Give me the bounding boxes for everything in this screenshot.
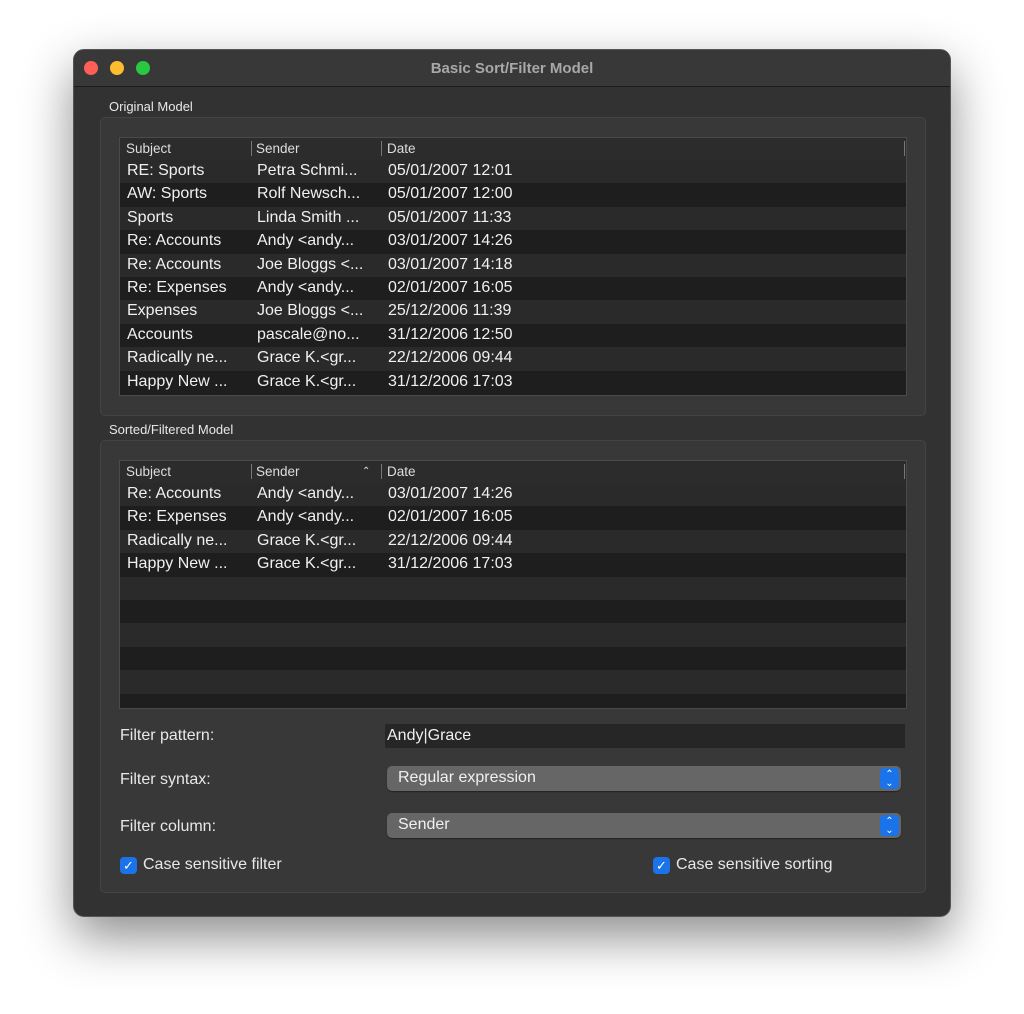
window: Basic Sort/Filter Model Original Model S… bbox=[73, 49, 951, 917]
table-header: Subject Sender Date bbox=[120, 138, 906, 160]
header-date[interactable]: Date bbox=[387, 464, 416, 479]
sorted-table[interactable]: Subject Sender ⌃ Date Re: Accounts Andy <… bbox=[119, 460, 907, 709]
title-bar: Basic Sort/Filter Model bbox=[74, 50, 950, 87]
table-row[interactable]: Happy New ... Grace K.<gr... 31/12/2006 17… bbox=[120, 370, 906, 394]
original-model-group: Subject Sender Date RE: Sports Petra Schm… bbox=[100, 117, 926, 416]
date-cell: 25/12/2006 11:39 bbox=[388, 302, 512, 320]
chevron-up-down-icon: ⌃ ⌄ bbox=[880, 768, 899, 789]
sender-cell: Grace K.<gr... bbox=[257, 555, 357, 573]
sorted-model-label: Sorted/Filtered Model bbox=[109, 422, 234, 437]
sender-cell: Andy <andy... bbox=[257, 278, 355, 296]
subject-cell: AW: Sports bbox=[127, 185, 208, 203]
subject-cell: Happy New ... bbox=[127, 372, 228, 390]
table-row[interactable]: Expenses Joe Bloggs <... 25/12/2006 11:39 bbox=[120, 300, 906, 324]
case-sensitive-sorting-label: Case sensitive sorting bbox=[676, 856, 833, 873]
date-cell: 31/12/2006 17:03 bbox=[388, 372, 513, 390]
date-cell: 31/12/2006 17:03 bbox=[388, 555, 513, 573]
sender-cell: Grace K.<gr... bbox=[257, 531, 357, 549]
sender-cell: Andy <andy... bbox=[257, 508, 355, 526]
subject-cell: Expenses bbox=[127, 302, 198, 320]
empty-row bbox=[120, 646, 906, 671]
subject-cell: Re: Expenses bbox=[127, 508, 227, 526]
filter-pattern-label: Filter pattern: bbox=[120, 727, 215, 744]
table-row[interactable]: Re: Accounts Andy <andy... 03/01/2007 14:2… bbox=[120, 230, 906, 254]
table-header: Subject Sender ⌃ Date bbox=[120, 461, 906, 483]
table-row[interactable]: Accounts pascale@no... 31/12/2006 12:50 bbox=[120, 323, 906, 348]
date-cell: 03/01/2007 14:26 bbox=[388, 232, 513, 250]
subject-cell: RE: Sports bbox=[127, 162, 205, 179]
date-cell: 05/01/2007 12:01 bbox=[388, 162, 513, 179]
empty-row bbox=[120, 623, 906, 647]
filter-syntax-label: Filter syntax: bbox=[120, 771, 211, 788]
header-sender[interactable]: Sender bbox=[256, 464, 300, 479]
filter-syntax-value: Regular expression bbox=[398, 769, 536, 786]
sender-cell: Rolf Newsch... bbox=[257, 185, 361, 203]
subject-cell: Radically ne... bbox=[127, 349, 228, 367]
table-row[interactable]: AW: Sports Rolf Newsch... 05/01/2007 12:00 bbox=[120, 183, 906, 207]
date-cell: 02/01/2007 16:05 bbox=[388, 508, 513, 526]
subject-cell: Radically ne... bbox=[127, 531, 228, 549]
sender-cell: Andy <andy... bbox=[257, 485, 355, 502]
sender-cell: Grace K.<gr... bbox=[257, 349, 357, 367]
checkmark-icon: ✓ bbox=[120, 856, 137, 874]
chevron-up-down-icon: ⌃ ⌄ bbox=[880, 815, 899, 836]
case-sensitive-filter-checkbox[interactable]: ✓ Case sensitive filter bbox=[120, 856, 282, 874]
sorted-model-group: Subject Sender ⌃ Date Re: Accounts Andy <… bbox=[100, 440, 926, 893]
checkmark-icon: ✓ bbox=[653, 856, 670, 874]
subject-cell: Happy New ... bbox=[127, 555, 228, 573]
filter-column-select[interactable]: Sender ⌃ ⌄ bbox=[387, 813, 901, 838]
window-title: Basic Sort/Filter Model bbox=[430, 60, 594, 77]
table-row[interactable]: RE: Sports Petra Schmi... 05/01/2007 12:01 bbox=[120, 160, 906, 184]
sender-cell: Andy <andy... bbox=[257, 232, 355, 250]
case-sensitive-filter-label: Case sensitive filter bbox=[143, 856, 282, 873]
table-row[interactable]: Re: Accounts Joe Bloggs <... 03/01/2007 14… bbox=[120, 253, 906, 277]
date-cell: 03/01/2007 14:18 bbox=[388, 255, 513, 273]
empty-row bbox=[120, 599, 906, 624]
subject-cell: Re: Accounts bbox=[127, 485, 222, 502]
subject-cell: Re: Expenses bbox=[127, 278, 227, 296]
sender-cell: Joe Bloggs <... bbox=[257, 255, 364, 273]
empty-row bbox=[120, 670, 906, 694]
table-row[interactable]: Re: Accounts Andy <andy... 03/01/2007 14:2… bbox=[120, 483, 906, 507]
filter-syntax-select[interactable]: Regular expression ⌃ ⌄ bbox=[387, 766, 901, 791]
header-date[interactable]: Date bbox=[387, 141, 416, 156]
sender-cell: Grace K.<gr... bbox=[257, 372, 357, 390]
date-cell: 02/01/2007 16:05 bbox=[388, 278, 513, 296]
header-sender[interactable]: Sender bbox=[256, 141, 300, 156]
subject-cell: Re: Accounts bbox=[127, 232, 222, 250]
date-cell: 22/12/2006 09:44 bbox=[388, 349, 513, 367]
filter-column-value: Sender bbox=[398, 816, 450, 833]
table-row[interactable]: Radically ne... Grace K.<gr... 22/12/2006 … bbox=[120, 347, 906, 371]
table-row[interactable]: Sports Linda Smith ... 05/01/2007 11:33 bbox=[120, 206, 906, 231]
empty-row bbox=[120, 693, 906, 708]
original-model-label: Original Model bbox=[109, 99, 193, 114]
table-row[interactable]: Re: Expenses Andy <andy... 02/01/2007 16:0… bbox=[120, 506, 906, 530]
sort-ascending-icon: ⌃ bbox=[362, 466, 371, 477]
sender-cell: Linda Smith ... bbox=[257, 208, 360, 226]
date-cell: 05/01/2007 11:33 bbox=[388, 208, 512, 226]
table-row[interactable]: Radically ne... Grace K.<gr... 22/12/2006 … bbox=[120, 529, 906, 554]
subject-cell: Re: Accounts bbox=[127, 255, 222, 273]
table-row[interactable]: Happy New ... Grace K.<gr... 31/12/2006 17… bbox=[120, 553, 906, 577]
empty-row bbox=[120, 576, 906, 600]
header-subject[interactable]: Subject bbox=[126, 141, 171, 156]
case-sensitive-sorting-checkbox[interactable]: ✓ Case sensitive sorting bbox=[653, 856, 833, 874]
date-cell: 03/01/2007 14:26 bbox=[388, 485, 513, 502]
table-row[interactable]: Re: Expenses Andy <andy... 02/01/2007 16:0… bbox=[120, 276, 906, 301]
subject-cell: Accounts bbox=[127, 325, 193, 343]
header-subject[interactable]: Subject bbox=[126, 464, 171, 479]
sender-cell: pascale@no... bbox=[257, 325, 360, 343]
date-cell: 05/01/2007 12:00 bbox=[388, 185, 513, 203]
filter-pattern-input[interactable] bbox=[385, 724, 905, 748]
sender-cell: Petra Schmi... bbox=[257, 162, 358, 179]
original-table[interactable]: Subject Sender Date RE: Sports Petra Schm… bbox=[119, 137, 907, 396]
filter-column-label: Filter column: bbox=[120, 818, 217, 835]
date-cell: 31/12/2006 12:50 bbox=[388, 325, 513, 343]
subject-cell: Sports bbox=[127, 208, 174, 226]
date-cell: 22/12/2006 09:44 bbox=[388, 531, 513, 549]
sender-cell: Joe Bloggs <... bbox=[257, 302, 364, 320]
